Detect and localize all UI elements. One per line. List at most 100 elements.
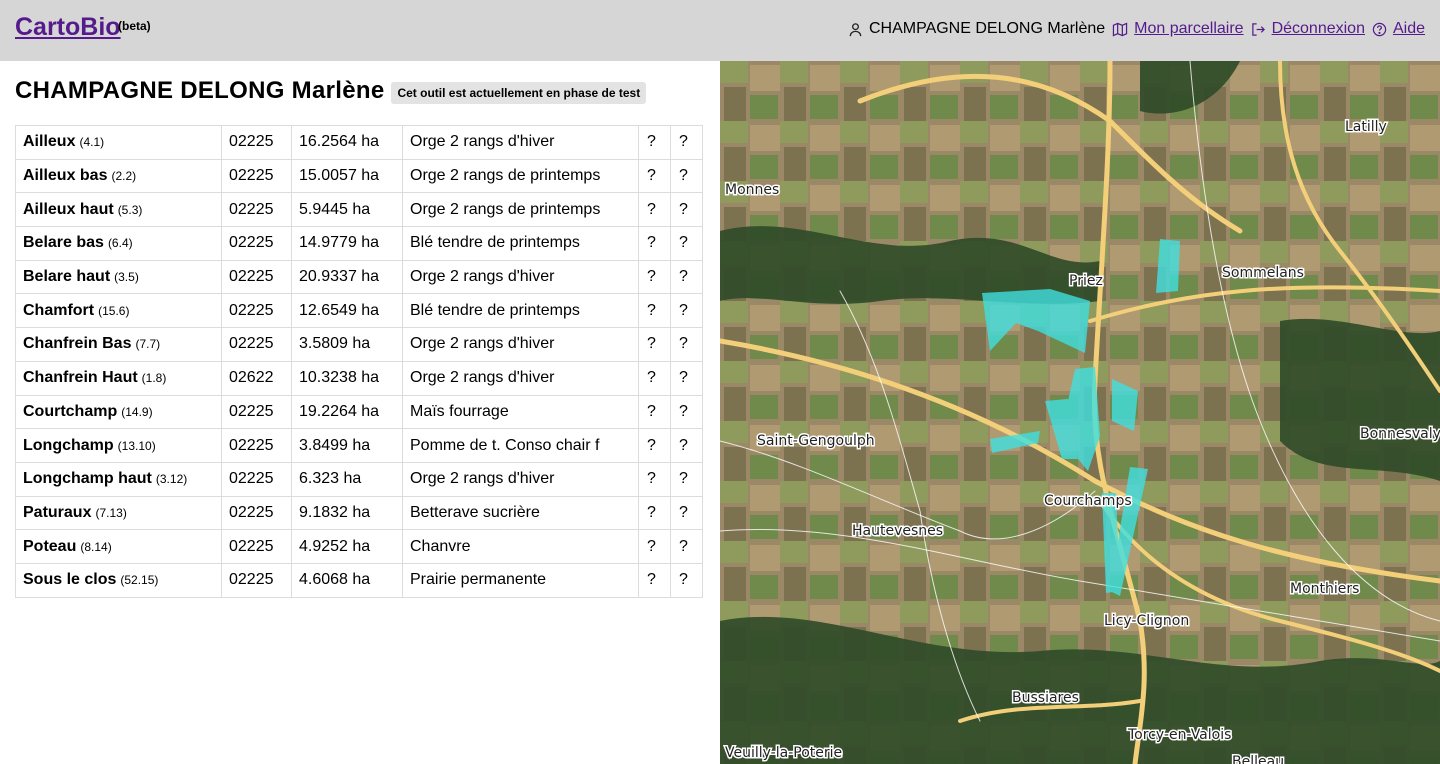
parcel-code: 02225 [221,428,292,463]
user-icon [849,22,862,36]
parcel-ref: (13.10) [117,438,156,453]
parcel-row[interactable]: Chanfrein Haut (1.8) 02622 10.3238 ha Orge 2… [15,360,703,396]
parcel-name-cell: Ailleux haut (5.3) [15,192,222,228]
parcel-crop: Prairie permanente [402,562,639,598]
help-label: Aide [1392,20,1425,37]
logout-icon [1251,22,1265,36]
mon-parcellaire-link[interactable]: Mon parcellaire [1112,20,1244,38]
parcel-code: 02225 [221,226,292,261]
parcel-area: 20.9337 ha [291,259,403,295]
mon-parcellaire-label: Mon parcellaire [1134,20,1244,37]
user-menu: CHAMPAGNE DELONG Marlène [848,20,1105,38]
parcel-code: 02225 [221,192,292,228]
parcel-name: Chanfrein Bas [23,335,132,353]
beta-label: (beta) [118,19,151,33]
parcel-status-2: ? [670,192,703,228]
parcel-status-1: ? [638,259,671,295]
parcel-row[interactable]: Longchamp haut (3.12) 02225 6.323 ha Orge 2 … [15,461,703,497]
parcel-code: 02225 [221,461,292,497]
parcel-status-2: ? [670,259,703,295]
parcel-name: Belare bas [23,234,104,252]
parcel-name-cell: Chamfort (15.6) [15,293,222,329]
help-icon [1372,22,1387,36]
parcel-crop: Orge 2 rangs de printemps [402,158,639,194]
parcel-row[interactable]: Courtchamp (14.9) 02225 19.2264 ha Maïs four… [15,394,703,430]
parcel-row[interactable]: Poteau (8.14) 02225 4.9252 ha Chanvre?? [15,529,703,564]
parcel-area: 6.323 ha [291,461,403,497]
parcel-code: 02225 [221,158,292,194]
brand-logo-link[interactable]: CartoBio [15,13,121,42]
parcel-row[interactable]: Chamfort (15.6) 02225 12.6549 ha Blé tendre … [15,293,703,329]
parcel-row[interactable]: Longchamp (13.10) 02225 3.8499 ha Pomme de t… [15,428,703,463]
parcel-name: Poteau [23,537,77,555]
parcel-table: Ailleux (4.1) 02225 16.2564 ha Orge 2 rangs … [15,125,703,598]
parcel-code: 02225 [221,562,292,598]
parcel-ref: (15.6) [98,303,130,318]
parcel-crop: Blé tendre de printemps [402,293,639,329]
parcel-name: Chanfrein Haut [23,369,138,387]
parcel-row[interactable]: Ailleux (4.1) 02225 16.2564 ha Orge 2 rangs … [15,125,703,160]
parcel-ref: (5.3) [117,202,143,217]
parcel-status-2: ? [670,293,703,329]
parcel-name-cell: Ailleux (4.1) [15,125,222,160]
parcel-name: Longchamp [23,436,114,454]
parcel-row[interactable]: Sous le clos (52.15) 02225 4.6068 ha Prairie… [15,562,703,598]
parcel-ref: (2.2) [111,169,137,184]
parcel-ref: (52.15) [120,573,159,588]
parcel-crop: Pomme de t. Conso chair f [402,428,639,463]
parcel-ref: (7.13) [95,505,127,520]
parcel-area: 4.9252 ha [291,529,403,564]
parcel-panel: CHAMPAGNE DELONG Marlène Cet outil est a… [0,61,720,764]
parcel-area: 19.2264 ha [291,394,403,430]
place-label: Sommelans [1222,265,1304,281]
parcel-status-2: ? [670,394,703,430]
parcel-code: 02225 [221,529,292,564]
parcel-name-cell: Longchamp (13.10) [15,428,222,463]
satellite-map[interactable]: Latilly Monnes Priez Sommelans Saint-Gengoul… [720,61,1440,764]
parcel-name-cell: Chanfrein Bas (7.7) [15,327,222,362]
parcel-name-cell: Poteau (8.14) [15,529,222,564]
parcel-status-1: ? [638,394,671,430]
parcel-status-2: ? [670,158,703,194]
parcel-status-1: ? [638,562,671,598]
place-label: Licy-Clignon [1104,613,1189,629]
parcel-crop: Betterave sucrière [402,495,639,531]
parcel-status-1: ? [638,495,671,531]
parcel-name: Ailleux haut [23,200,114,218]
user-name: CHAMPAGNE DELONG Marlène [868,20,1106,37]
parcel-area: 12.6549 ha [291,293,403,329]
app-header: CartoBio (beta) CHAMPAGNE DELONG Marlène… [0,0,1440,61]
parcel-ref: (8.14) [80,539,112,554]
parcel-status-1: ? [638,327,671,362]
parcel-crop: Orge 2 rangs d'hiver [402,360,639,396]
parcel-name: Belare haut [23,268,111,286]
parcel-name-cell: Belare haut (3.5) [15,259,222,295]
help-link[interactable]: Aide [1372,20,1425,38]
title-row: CHAMPAGNE DELONG Marlène Cet outil est a… [15,77,647,105]
logout-link[interactable]: Déconnexion [1251,20,1365,38]
parcel-crop: Orge 2 rangs d'hiver [402,259,639,295]
parcel-crop: Chanvre [402,529,639,564]
parcel-area: 10.3238 ha [291,360,403,396]
parcel-ref: (14.9) [121,404,153,419]
parcel-row[interactable]: Paturaux (7.13) 02225 9.1832 ha Betterave su… [15,495,703,531]
parcel-row[interactable]: Ailleux bas (2.2) 02225 15.0057 ha Orge 2 ra… [15,158,703,194]
parcel-row[interactable]: Belare haut (3.5) 02225 20.9337 ha Orge 2 ra… [15,259,703,295]
parcel-area: 5.9445 ha [291,192,403,228]
parcel-status-2: ? [670,226,703,261]
logout-label: Déconnexion [1271,20,1365,37]
parcel-crop: Orge 2 rangs de printemps [402,192,639,228]
parcel-row[interactable]: Chanfrein Bas (7.7) 02225 3.5809 ha Orge 2 r… [15,327,703,362]
place-label: Saint-Gengoulph [757,433,875,449]
map-view[interactable]: Latilly Monnes Priez Sommelans Saint-Gengoul… [720,61,1440,764]
parcel-area: 9.1832 ha [291,495,403,531]
parcel-status-2: ? [670,495,703,531]
parcel-row[interactable]: Belare bas (6.4) 02225 14.9779 ha Blé tendre… [15,226,703,261]
parcel-status-2: ? [670,125,703,160]
parcel-row[interactable]: Ailleux haut (5.3) 02225 5.9445 ha Orge 2 ra… [15,192,703,228]
parcel-code: 02622 [221,360,292,396]
parcel-code: 02225 [221,327,292,362]
parcel-ref: (4.1) [79,135,105,150]
parcel-status-2: ? [670,461,703,497]
parcel-ref: (6.4) [107,236,133,251]
